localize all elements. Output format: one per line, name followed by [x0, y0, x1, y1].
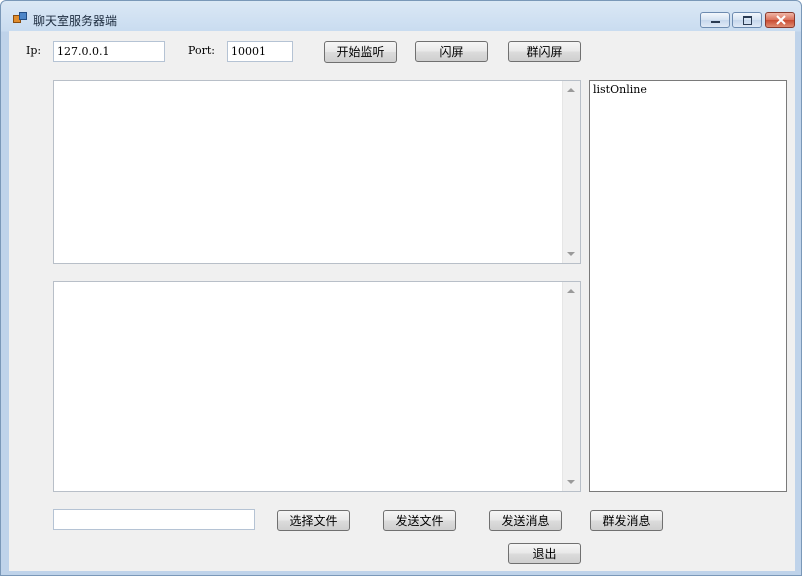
broadcast-message-button[interactable]: 群发消息: [590, 510, 663, 531]
window-title: 聊天室服务器端: [33, 14, 118, 28]
ip-label: Ip:: [26, 44, 42, 57]
send-message-button[interactable]: 发送消息: [489, 510, 562, 531]
choose-file-button[interactable]: 选择文件: [277, 510, 350, 531]
maximize-button[interactable]: [732, 12, 762, 28]
scroll-down-icon[interactable]: [567, 252, 575, 256]
scroll-down-icon[interactable]: [567, 480, 575, 484]
list-item[interactable]: listOnline: [590, 81, 786, 98]
port-input[interactable]: [227, 41, 293, 62]
history-scrollbar[interactable]: [562, 81, 580, 263]
title-bar[interactable]: 聊天室服务器端: [1, 1, 801, 31]
message-history-textarea[interactable]: [53, 80, 581, 264]
message-input-textarea[interactable]: [53, 281, 581, 492]
minimize-icon: [711, 21, 720, 23]
restore-icon: [743, 16, 752, 25]
file-path-input[interactable]: [53, 509, 255, 530]
group-shake-button[interactable]: 群闪屏: [508, 41, 581, 62]
close-icon: [776, 15, 786, 25]
exit-button[interactable]: 退出: [508, 543, 581, 564]
send-file-button[interactable]: 发送文件: [383, 510, 456, 531]
close-button[interactable]: [765, 12, 795, 28]
app-window: 聊天室服务器端 Ip: Port: 开始监听 闪屏 群闪屏: [0, 0, 802, 576]
online-users-list[interactable]: listOnline: [589, 80, 787, 492]
input-scrollbar[interactable]: [562, 282, 580, 491]
scroll-up-icon[interactable]: [567, 88, 575, 92]
minimize-button[interactable]: [700, 12, 730, 28]
shake-button[interactable]: 闪屏: [415, 41, 488, 62]
start-listen-button[interactable]: 开始监听: [324, 41, 397, 63]
ip-input[interactable]: [53, 41, 165, 62]
scroll-up-icon[interactable]: [567, 289, 575, 293]
form-client-area: Ip: Port: 开始监听 闪屏 群闪屏 listOnline 选择文件: [9, 31, 795, 571]
port-label: Port:: [188, 44, 215, 57]
app-icon: [13, 12, 27, 23]
